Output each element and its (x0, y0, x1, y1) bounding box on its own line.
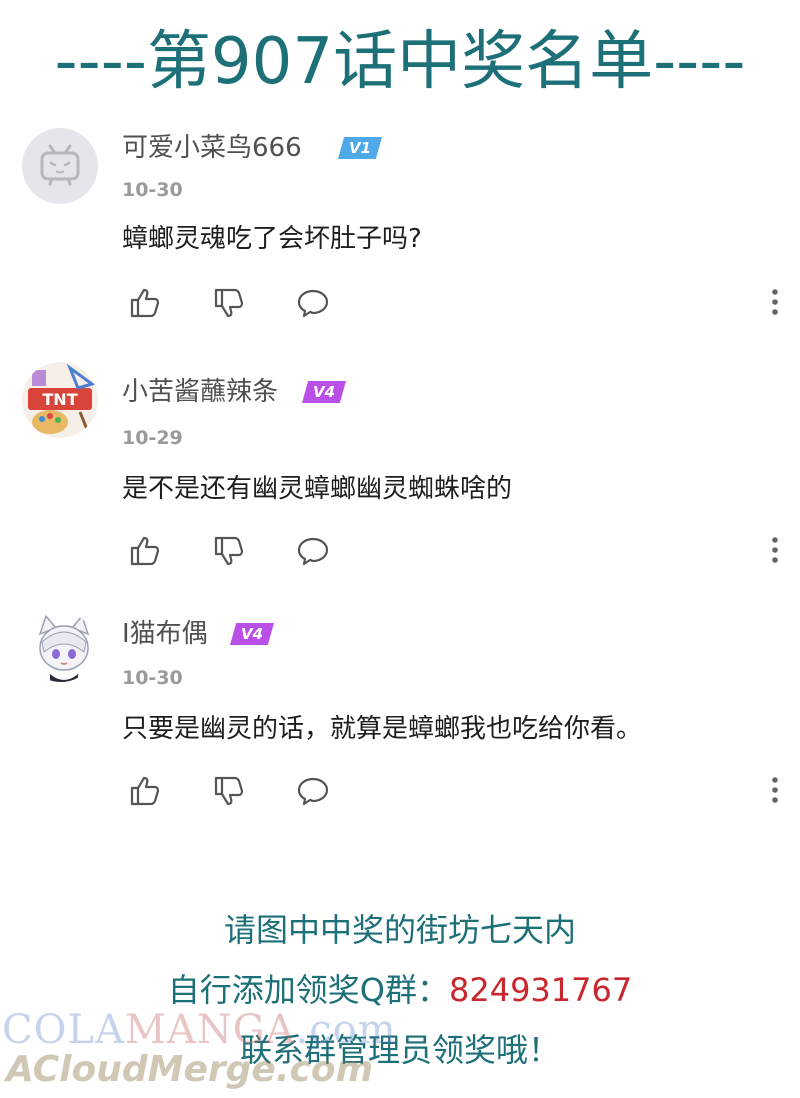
comment-username[interactable]: 小苦酱蘸辣条 (122, 374, 278, 410)
prize-notice-prefix: 自行添加领奖Q群： (167, 971, 449, 1009)
comment-item: TNT 小苦酱蘸辣条 V4 10-29 是不是还有幽灵蟑螂幽灵蜘蛛啥的 (0, 362, 800, 602)
comment-text: 是不是还有幽灵蟑螂幽灵蜘蛛啥的 (122, 474, 513, 504)
watermark-part2: MANGA (124, 1007, 296, 1053)
dislike-icon[interactable] (212, 774, 246, 808)
more-options-icon[interactable] (758, 534, 778, 568)
tnt-art-palette-avatar-icon[interactable]: TNT (22, 362, 98, 438)
dislike-icon[interactable] (212, 534, 246, 568)
comment-date: 10-30 (122, 179, 183, 201)
comment-actions (128, 286, 788, 322)
site-watermark: COLAMANGA.com (2, 1006, 397, 1054)
comment-username[interactable]: 可爱小菜鸟666 (122, 130, 302, 166)
prize-notice-line1: 请图中中奖的街坊七天内 (223, 911, 576, 949)
default-tv-avatar-icon[interactable] (22, 128, 98, 204)
watermark-part1: COLA (2, 1007, 125, 1053)
vip-badge: V1 (338, 137, 382, 159)
like-icon[interactable] (128, 534, 162, 568)
reply-icon[interactable] (296, 286, 330, 320)
comment-date: 10-30 (122, 667, 183, 689)
comment-username[interactable]: I猫布偶 (122, 616, 208, 652)
secondary-watermark: ACloudMerge.com (6, 1049, 374, 1090)
more-options-icon[interactable] (758, 774, 778, 808)
like-icon[interactable] (128, 774, 162, 808)
svg-text:TNT: TNT (42, 390, 77, 409)
comment-text: 蟑螂灵魂吃了会坏肚子吗? (122, 224, 422, 254)
watermark-part3: .com (295, 1007, 397, 1053)
reply-icon[interactable] (296, 774, 330, 808)
comment-text: 只要是幽灵的话，就算是蟑螂我也吃给你看。 (122, 714, 643, 744)
comment-actions (128, 774, 788, 810)
more-options-icon[interactable] (758, 286, 778, 320)
vip-badge: V4 (230, 623, 274, 645)
like-icon[interactable] (128, 286, 162, 320)
vip-badge: V4 (302, 381, 346, 403)
reply-icon[interactable] (296, 534, 330, 568)
comment-actions (128, 534, 788, 570)
white-haired-cat-ear-avatar-icon[interactable] (26, 612, 96, 682)
dislike-icon[interactable] (212, 286, 246, 320)
page-title: ----第907话中奖名单---- (54, 25, 746, 99)
comment-date: 10-29 (122, 427, 183, 449)
qq-group-number[interactable]: 824931767 (449, 971, 632, 1009)
comment-item: 可爱小菜鸟666 V1 10-30 蟑螂灵魂吃了会坏肚子吗? (0, 124, 800, 364)
comment-item: I猫布偶 V4 10-30 只要是幽灵的话，就算是蟑螂我也吃给你看。 (0, 612, 800, 852)
